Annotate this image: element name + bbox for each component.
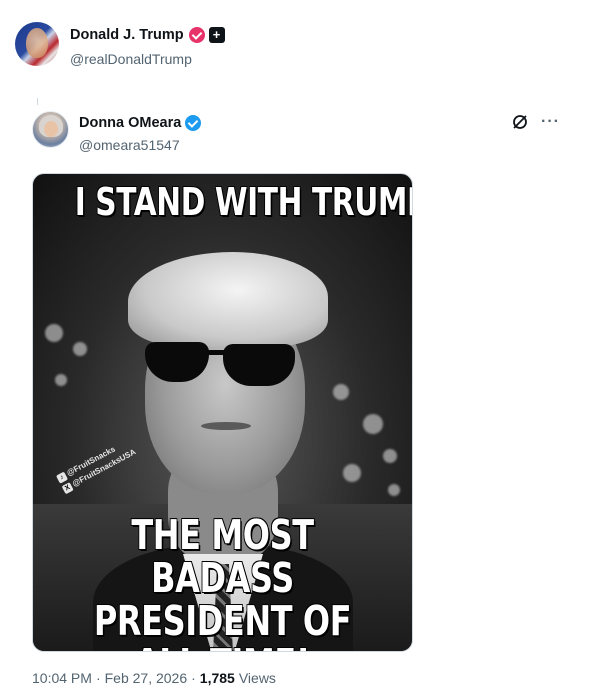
avatar-face (26, 28, 48, 58)
quoted-name-row: Donna OMeara (79, 114, 202, 132)
affiliate-badge-icon[interactable]: + (208, 27, 225, 43)
quoted-avatar[interactable] (32, 111, 69, 148)
mouth (201, 422, 251, 430)
quoted-post-author: Donna OMeara @omeara51547 (32, 111, 202, 153)
quoted-author-name[interactable]: Donna OMeara (79, 115, 181, 131)
image-watermark: ♪@FruitSnacks X@FruitSnacksUSA (55, 436, 138, 495)
quoted-author-handle[interactable]: @omeara51547 (79, 137, 201, 153)
hair (128, 252, 328, 347)
post-metadata: 10:04 PM · Feb 27, 2026 · 1,785 Views (32, 670, 276, 686)
more-options-icon[interactable]: ··· (541, 114, 560, 130)
sunglasses-right-lens (223, 344, 295, 386)
bokeh-light (333, 384, 349, 400)
author-name[interactable]: Donald J. Trump (70, 27, 184, 43)
views-label[interactable]: Views (239, 670, 276, 686)
sunglasses-bridge (205, 350, 227, 355)
bokeh-light (388, 484, 400, 496)
avatar[interactable] (15, 22, 59, 66)
separator: · (191, 670, 196, 686)
post-time[interactable]: 10:04 PM (32, 670, 92, 686)
post-date[interactable]: Feb 27, 2026 (105, 670, 188, 686)
post-author: Donald J. Trump + @realDonaldTrump (15, 22, 225, 67)
thread-connector (37, 98, 38, 105)
meme-bottom-caption: THE MOST BADASS PRESIDENT OF ALL TIME! (93, 511, 352, 652)
avatar-face (44, 121, 58, 137)
author-handle[interactable]: @realDonaldTrump (70, 51, 225, 67)
author-name-row: Donald J. Trump + (70, 26, 225, 44)
bokeh-light (45, 324, 63, 342)
post-actions: ··· (511, 113, 560, 131)
author-meta: Donald J. Trump + @realDonaldTrump (70, 26, 225, 67)
meme-image[interactable]: ♪@FruitSnacks X@FruitSnacksUSA I STAND W… (32, 173, 413, 652)
quoted-author-meta: Donna OMeara @omeara51547 (79, 114, 202, 153)
bokeh-light (55, 374, 67, 386)
verified-badge-icon[interactable] (185, 115, 202, 131)
separator: · (95, 670, 101, 686)
bokeh-light (363, 414, 383, 434)
bokeh-light (73, 342, 87, 356)
bokeh-light (383, 449, 397, 463)
grok-icon[interactable] (511, 113, 529, 131)
views-count[interactable]: 1,785 (200, 670, 235, 686)
verified-badge-icon[interactable] (188, 27, 205, 43)
meme-top-caption: I STAND WITH TRUMP (74, 180, 413, 224)
bokeh-light (343, 464, 361, 482)
